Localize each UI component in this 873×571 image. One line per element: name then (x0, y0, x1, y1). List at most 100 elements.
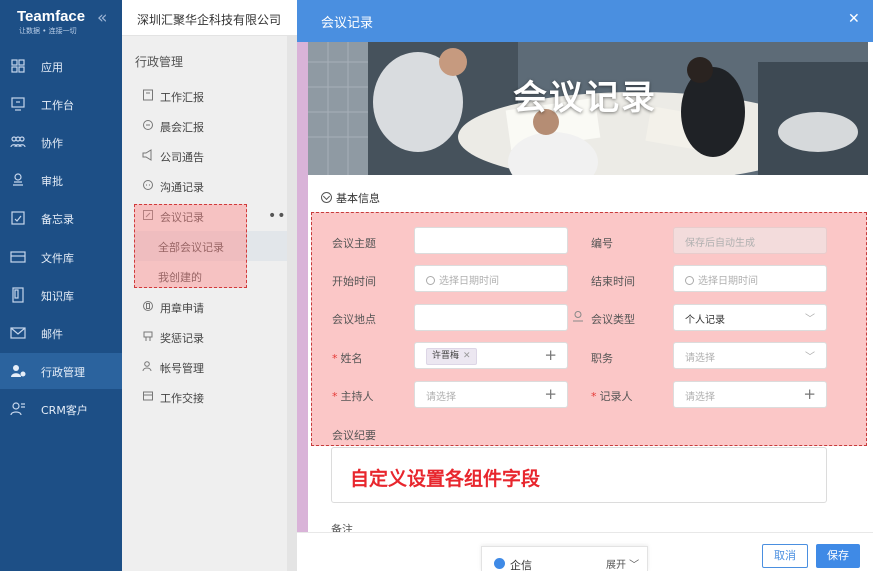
name-picker[interactable]: 许晋梅 ✕ + (414, 342, 568, 369)
nav-label: 备忘录 (41, 213, 74, 226)
collapse-icon[interactable]: « (97, 8, 107, 28)
workbench-icon (11, 97, 25, 111)
summary-label: 会议纪要 (332, 429, 376, 442)
name-label: * 姓名 (332, 352, 363, 365)
nav-item-collaboration[interactable]: 协作 (0, 124, 122, 160)
nav-label: 审批 (41, 175, 63, 188)
account-icon (142, 361, 152, 372)
recorder-picker[interactable]: 请选择 + (673, 381, 827, 408)
qixin-label: 企信 (510, 559, 532, 571)
menu-item-morning-report[interactable]: 晨会汇报 (122, 111, 287, 141)
menu-item-communication[interactable]: 沟通记录 (122, 171, 287, 201)
menu-item-label: 奖惩记录 (160, 332, 204, 345)
nav-label: 知识库 (41, 290, 74, 303)
menu-item-announcement[interactable]: 公司通告 (122, 141, 287, 171)
meeting-type-value: 个人记录 (685, 315, 725, 326)
menu-title: 行政管理 (135, 55, 184, 69)
nav-item-folder[interactable]: 文件库 (0, 239, 122, 275)
announcement-icon (142, 149, 152, 161)
end-time-placeholder: 选择日期时间 (698, 276, 758, 287)
plus-icon[interactable]: + (544, 385, 557, 403)
brand-name: Teamface (17, 8, 86, 25)
menu-item-reward[interactable]: 奖惩记录 (122, 322, 287, 352)
menu-item-label: 工作交接 (160, 392, 204, 405)
chat-icon (494, 558, 505, 569)
chevron-down-icon: ﹀ (805, 314, 815, 325)
nav-item-admin[interactable]: 行政管理 (0, 353, 122, 389)
qixin-chat-bar[interactable]: 企信 展开 ﹀ (481, 546, 648, 571)
start-time-picker[interactable]: 选择日期时间 (414, 265, 568, 292)
clock-icon (426, 276, 435, 285)
menu-item-seal[interactable]: 用章申请 (122, 292, 287, 322)
meeting-type-select[interactable]: 个人记录 ﹀ (673, 304, 827, 331)
position-placeholder: 请选择 (685, 353, 715, 364)
modal-left-edge (297, 42, 308, 532)
cancel-button[interactable]: 取消 (762, 544, 808, 568)
number-label: 编号 (591, 237, 613, 250)
collapse-circle-icon (321, 192, 332, 203)
crm-icon (10, 402, 25, 416)
section-basic-info[interactable]: 基本信息 (321, 190, 380, 206)
nav-item-memo[interactable]: 备忘录 (0, 200, 122, 236)
type-label: 会议类型 (591, 313, 635, 326)
nav-item-knowledge[interactable]: 知识库 (0, 277, 122, 313)
nav-item-apps[interactable]: 应用 (0, 48, 122, 84)
nav-item-workbench[interactable]: 工作台 (0, 86, 122, 122)
modal-title: 会议记录 (321, 16, 374, 31)
end-time-label: 结束时间 (591, 275, 635, 288)
expand-button[interactable]: 展开 ﹀ (606, 556, 639, 571)
admin-icon (11, 365, 26, 377)
name-tag-text: 许晋梅 (432, 351, 460, 361)
company-name: 深圳汇聚华企科技有限公司 (137, 13, 282, 27)
summary-text: 自定义设置各组件字段 (350, 468, 541, 490)
remark-label: 备注 (331, 523, 353, 532)
brand-slogan: 让数据 • 连接一切 (19, 27, 77, 35)
section-title: 基本信息 (336, 192, 380, 205)
menu-scrollbar[interactable] (287, 36, 297, 571)
summary-textarea[interactable]: 自定义设置各组件字段 (331, 447, 827, 503)
position-select[interactable]: 请选择 ﹀ (673, 342, 827, 369)
location-input[interactable] (414, 304, 568, 331)
menu-item-work-report[interactable]: 工作汇报 (122, 81, 287, 111)
plus-icon[interactable]: + (544, 346, 557, 364)
host-placeholder: 请选择 (426, 392, 456, 403)
menu-item-account[interactable]: 帐号管理 (122, 352, 287, 382)
save-button[interactable]: 保存 (816, 544, 860, 568)
end-time-picker[interactable]: 选择日期时间 (673, 265, 827, 292)
modal-body: 会议记录 基本信息 会议主题 编号 保存后自动生成 开始时间 选择日期时间 结束… (308, 42, 868, 532)
menu-item-label: 沟通记录 (160, 181, 204, 194)
position-label: 职务 (591, 352, 613, 365)
host-label: * 主持人 (332, 390, 374, 403)
menu-item-label: 晨会汇报 (160, 121, 204, 134)
menu-item-label: 帐号管理 (160, 362, 204, 375)
plus-icon[interactable]: + (803, 385, 816, 403)
apps-icon (11, 59, 25, 73)
host-picker[interactable]: 请选择 + (414, 381, 568, 408)
nav-label: 行政管理 (41, 366, 85, 379)
remove-tag-icon[interactable]: ✕ (463, 351, 471, 361)
location-label: 会议地点 (332, 313, 376, 326)
brand: Teamface 让数据 • 连接一切 « (0, 0, 122, 42)
nav-item-approval[interactable]: 审批 (0, 162, 122, 198)
topic-label: 会议主题 (332, 237, 376, 250)
nav-item-mail[interactable]: 邮件 (0, 315, 122, 351)
report-icon (143, 89, 153, 101)
topic-input[interactable] (414, 227, 568, 254)
close-icon[interactable]: ✕ (848, 11, 860, 27)
reward-icon (143, 331, 153, 341)
clock-icon (685, 276, 694, 285)
modal-header: 会议记录 ✕ (297, 0, 873, 42)
menu-item-label: 用章申请 (160, 302, 204, 315)
menu-item-label: 公司通告 (160, 151, 204, 164)
menu-item-label: 工作汇报 (160, 91, 204, 104)
mail-icon (10, 327, 26, 339)
start-time-placeholder: 选择日期时间 (439, 276, 499, 287)
communication-icon (143, 180, 153, 190)
nav-label: 工作台 (41, 99, 74, 112)
menu-item-handover[interactable]: 工作交接 (122, 382, 287, 412)
nav-item-crm[interactable]: CRM客户 (0, 391, 122, 427)
location-pin-icon[interactable] (572, 310, 584, 322)
name-tag[interactable]: 许晋梅 ✕ (426, 348, 477, 365)
company-selector[interactable]: 深圳汇聚华企科技有限公司 (122, 0, 297, 36)
folder-icon (10, 251, 26, 263)
